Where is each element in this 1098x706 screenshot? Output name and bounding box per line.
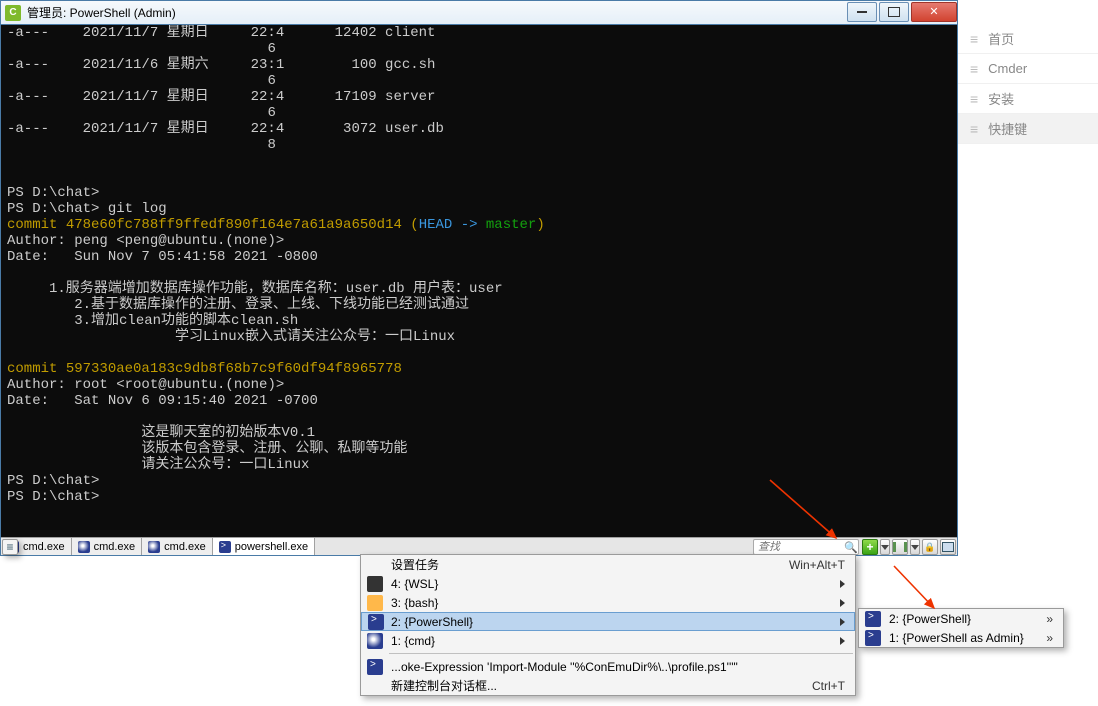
new-console-dropdown[interactable] (880, 539, 890, 555)
submenu-arrow-icon (840, 615, 845, 629)
close-button[interactable] (911, 2, 957, 22)
submenu-arrow-icon (840, 596, 845, 610)
split-dropdown[interactable] (910, 539, 920, 555)
menu-item-wsl[interactable]: 4: {WSL} (361, 574, 855, 593)
cmd-icon (367, 633, 383, 649)
monitor-button[interactable] (940, 539, 956, 555)
titlebar: C 管理员: PowerShell (Admin) (1, 1, 957, 25)
menu-item-powershell[interactable]: 2: {PowerShell} (361, 612, 855, 631)
wsl-icon (367, 576, 383, 592)
side-item[interactable]: ≡Cmder (958, 54, 1098, 84)
side-item[interactable]: ≡首页 (958, 24, 1098, 54)
app-icon: C (5, 5, 21, 21)
side-item[interactable]: ≡快捷键 (958, 114, 1098, 144)
window-title: 管理员: PowerShell (Admin) (25, 4, 845, 21)
tab-bar: cmd.exe cmd.exe cmd.exe powershell.exe 🔍 (1, 537, 957, 555)
submenu-item-powershell[interactable]: 2: {PowerShell}» (859, 609, 1063, 628)
powershell-icon (865, 611, 881, 627)
cmd-icon (78, 541, 90, 553)
lock-button[interactable] (922, 539, 938, 555)
submenu-arrow-icon (840, 634, 845, 648)
page-side-nav: ≡首页 ≡Cmder ≡安装 ≡快捷键 (958, 24, 1098, 144)
menu-item-expression[interactable]: ...oke-Expression 'Import-Module ''%ConE… (361, 657, 855, 676)
conemu-window: C 管理员: PowerShell (Admin) -a--- 2021/11/… (0, 0, 958, 556)
menu-header[interactable]: 设置任务Win+Alt+T (361, 555, 855, 574)
powershell-icon (865, 630, 881, 646)
menu-item-new-console[interactable]: 新建控制台对话框...Ctrl+T (361, 676, 855, 695)
maximize-button[interactable] (879, 2, 909, 22)
search-box[interactable]: 🔍 (753, 539, 859, 555)
tab-powershell[interactable]: powershell.exe (213, 538, 315, 555)
new-console-button[interactable] (862, 539, 878, 555)
submenu-arrow-icon (840, 577, 845, 591)
bash-icon (367, 595, 383, 611)
cmd-icon (148, 541, 160, 553)
menu-icon: ≡ (970, 61, 978, 77)
powershell-icon (219, 541, 231, 553)
tasks-menu: 设置任务Win+Alt+T 4: {WSL} 3: {bash} 2: {Pow… (360, 554, 856, 696)
submenu-item-powershell-admin[interactable]: 1: {PowerShell as Admin}» (859, 628, 1063, 647)
side-item[interactable]: ≡安装 (958, 84, 1098, 114)
terminal-output[interactable]: -a--- 2021/11/7 星期日 22:4 12402 client 6 … (1, 25, 957, 537)
powershell-icon (367, 659, 383, 675)
search-input[interactable] (754, 541, 844, 553)
menu-icon: ≡ (970, 31, 978, 47)
minimize-button[interactable] (847, 2, 877, 22)
powershell-icon (368, 614, 384, 630)
menu-item-bash[interactable]: 3: {bash} (361, 593, 855, 612)
menu-item-cmd[interactable]: 1: {cmd} (361, 631, 855, 650)
menu-icon: ≡ (970, 121, 978, 137)
menu-icon: ≡ (970, 91, 978, 107)
menu-button[interactable] (2, 539, 18, 555)
split-button[interactable] (892, 539, 908, 555)
menu-separator (389, 653, 853, 654)
search-icon[interactable]: 🔍 (844, 541, 858, 554)
tab-cmd[interactable]: cmd.exe (142, 538, 213, 555)
tab-cmd[interactable]: cmd.exe (72, 538, 143, 555)
powershell-submenu: 2: {PowerShell}» 1: {PowerShell as Admin… (858, 608, 1064, 648)
